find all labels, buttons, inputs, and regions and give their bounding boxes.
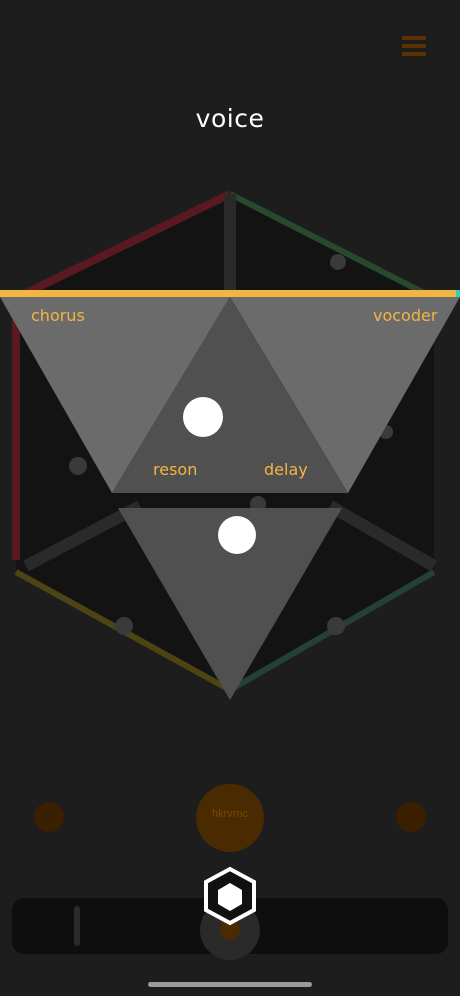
upper-control-handle[interactable] — [183, 397, 223, 437]
home-indicator[interactable] — [148, 982, 312, 987]
accent-bar-tip — [456, 290, 460, 297]
dial-icon[interactable] — [34, 802, 64, 832]
lower-control-handle[interactable] — [218, 516, 256, 554]
chorus-label[interactable]: chorus — [31, 306, 85, 325]
slider-handle[interactable] — [74, 906, 80, 946]
voice-screen: voice chorus vocoder reson delay hkrvrnc — [0, 0, 460, 996]
vocoder-label[interactable]: vocoder — [373, 306, 437, 325]
delay-label[interactable]: delay — [264, 460, 308, 479]
toggle-icon[interactable] — [396, 802, 426, 832]
accent-bar — [0, 290, 460, 297]
hexagon-icon[interactable] — [196, 866, 264, 960]
record-button-label: hkrvrnc — [211, 808, 249, 820]
reson-label[interactable]: reson — [153, 460, 197, 479]
